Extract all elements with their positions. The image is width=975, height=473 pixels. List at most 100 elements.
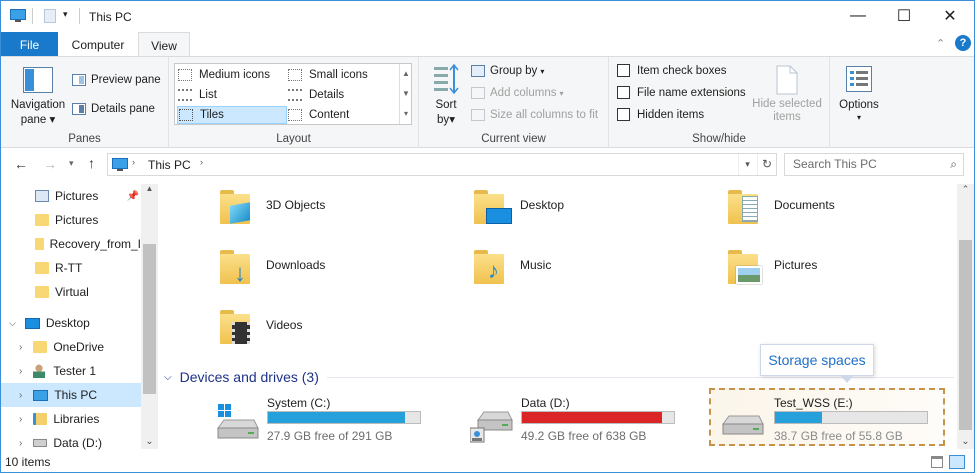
forward-arrow-icon[interactable]: →: [43, 156, 57, 172]
nav-item-label: This PC: [54, 388, 98, 402]
content-scrollbar[interactable]: ⌃ ⌄: [957, 184, 974, 449]
drive-usage-fill: [775, 412, 822, 423]
tab-computer[interactable]: Computer: [60, 32, 136, 57]
large-icons-view-icon[interactable]: [949, 455, 965, 469]
collapsed-chevron-icon[interactable]: ›: [19, 414, 22, 425]
folder-tile[interactable]: Videos: [220, 308, 460, 364]
nav-item-r-tt[interactable]: R-TT: [1, 256, 141, 280]
nav-item-recovery[interactable]: Recovery_from_I: [1, 232, 141, 256]
folder-label: Videos: [266, 318, 303, 332]
folder-tile[interactable]: Pictures: [728, 248, 948, 304]
callout-pointer: [840, 375, 854, 383]
back-arrow-icon[interactable]: ←: [14, 156, 28, 172]
hide-selected-items-button[interactable]: Hide selected items: [749, 63, 825, 129]
layout-tiles-label: Tiles: [200, 109, 224, 121]
pin-icon[interactable]: 📌: [127, 191, 139, 202]
nav-item-virtual[interactable]: Virtual: [1, 280, 141, 304]
nav-scrollbar[interactable]: ▲ ⌄: [141, 184, 158, 449]
folder-tile[interactable]: Desktop: [474, 188, 714, 244]
search-input[interactable]: Search This PC ⌕: [784, 153, 964, 176]
nav-item-desktop[interactable]: ⌵ Desktop: [1, 311, 141, 335]
folder-tile[interactable]: 3D Objects: [220, 188, 460, 244]
scroll-down-icon[interactable]: ⌄: [141, 436, 158, 447]
address-bar[interactable]: › This PC › ▾ ↻: [107, 153, 777, 176]
sort-by-button[interactable]: Sort by▾: [427, 61, 465, 131]
content-icon: [288, 109, 302, 121]
hidden-items-checkbox[interactable]: [617, 108, 630, 121]
tab-view[interactable]: View: [138, 32, 190, 58]
item-check-boxes-checkbox[interactable]: [617, 64, 630, 77]
details-pane-button[interactable]: Details pane: [72, 100, 164, 118]
up-arrow-icon[interactable]: ↑: [88, 155, 95, 171]
size-columns-button[interactable]: Size all columns to fit: [471, 106, 598, 124]
folder-icon: [35, 214, 49, 226]
nav-item-tester[interactable]: › Tester 1: [1, 359, 141, 383]
content-scroll-thumb[interactable]: [959, 240, 972, 430]
folder-tile[interactable]: ↓ Downloads: [220, 248, 460, 304]
nav-item-label: Desktop: [45, 316, 90, 330]
file-name-extensions-checkbox[interactable]: [617, 86, 630, 99]
preview-pane-button[interactable]: Preview pane: [72, 71, 164, 89]
group-by-button[interactable]: Group by ▾: [471, 62, 544, 80]
maximize-button[interactable]: ☐: [881, 1, 927, 31]
layout-details[interactable]: Details: [288, 86, 396, 104]
scroll-up-icon[interactable]: ⌃: [957, 184, 974, 198]
quick-access-icon[interactable]: [44, 9, 56, 23]
collapsed-chevron-icon[interactable]: ›: [19, 342, 22, 353]
add-columns-button[interactable]: Add columns ▾: [471, 84, 564, 102]
nav-item-data-d[interactable]: › Data (D:): [1, 431, 141, 455]
drive-tile-e[interactable]: Test_WSS (E:) 38.7 GB free of 55.8 GB: [709, 388, 945, 446]
drive-tile-d[interactable]: Data (D:) 49.2 GB free of 638 GB: [470, 396, 710, 444]
nav-item-pictures-pinned[interactable]: Pictures 📌: [1, 184, 141, 208]
gallery-scroll[interactable]: ▲ ▼ ▾: [399, 64, 412, 124]
computer-icon: [10, 9, 26, 22]
preview-pane-icon: [72, 74, 86, 86]
nav-item-pictures[interactable]: Pictures: [1, 208, 141, 232]
layout-list[interactable]: List: [178, 86, 286, 104]
item-check-boxes-option[interactable]: Item check boxes: [617, 64, 726, 77]
layout-small-icons[interactable]: Small icons: [288, 66, 396, 84]
drive-usage-fill: [268, 412, 406, 423]
nav-item-onedrive[interactable]: › OneDrive: [1, 335, 141, 359]
3d-objects-icon: [230, 202, 250, 224]
layout-tiles[interactable]: Tiles: [177, 106, 287, 124]
chevron-up-icon[interactable]: ⌃: [936, 37, 945, 50]
layout-details-label: Details: [309, 89, 345, 101]
file-name-extensions-option[interactable]: File name extensions: [617, 86, 746, 99]
hide-selected-label: Hide selected: [752, 98, 822, 110]
collapse-chevron-icon[interactable]: ⌵: [164, 372, 172, 383]
expanded-chevron-icon[interactable]: ⌵: [9, 318, 16, 329]
minimize-button[interactable]: —: [835, 1, 881, 31]
collapsed-chevron-icon[interactable]: ›: [19, 438, 22, 449]
nav-item-libraries[interactable]: › Libraries: [1, 407, 141, 431]
drive-tile-c[interactable]: System (C:) 27.9 GB free of 291 GB: [216, 396, 456, 444]
address-dropdown-icon[interactable]: ▾: [738, 154, 756, 175]
nav-item-this-pc[interactable]: › This PC: [1, 383, 141, 407]
breadcrumb-separator-icon[interactable]: ›: [132, 157, 135, 167]
collapsed-chevron-icon[interactable]: ›: [19, 390, 22, 401]
recent-locations-chevron-icon[interactable]: ▾: [69, 158, 74, 169]
details-icon: [288, 89, 302, 101]
nav-scroll-thumb[interactable]: [143, 244, 156, 394]
navigation-pane-button[interactable]: Navigation pane ▾: [9, 61, 67, 131]
options-button[interactable]: Options ▾: [833, 61, 885, 131]
quick-access-dropdown-icon[interactable]: ▾: [63, 9, 68, 20]
drive-name: System (C:): [267, 396, 331, 410]
window-title: This PC: [89, 10, 132, 24]
refresh-icon[interactable]: ↻: [757, 154, 776, 175]
details-view-icon[interactable]: [931, 456, 943, 468]
scroll-down-icon[interactable]: ⌄: [957, 436, 974, 447]
breadcrumb-chevron-icon[interactable]: ›: [200, 157, 203, 167]
collapsed-chevron-icon[interactable]: ›: [19, 366, 22, 377]
breadcrumb-this-pc[interactable]: This PC: [148, 158, 191, 172]
close-button[interactable]: ✕: [927, 1, 973, 31]
folder-tile[interactable]: Documents: [728, 188, 948, 244]
folder-icon: [35, 286, 49, 298]
hidden-items-option[interactable]: Hidden items: [617, 108, 704, 121]
layout-content[interactable]: Content: [288, 106, 396, 124]
folder-tile[interactable]: ♪ Music: [474, 248, 714, 304]
scroll-up-icon[interactable]: ▲: [141, 184, 158, 196]
help-icon[interactable]: ?: [955, 35, 971, 51]
layout-medium-icons[interactable]: Medium icons: [178, 66, 286, 84]
tab-file[interactable]: File: [1, 32, 58, 57]
